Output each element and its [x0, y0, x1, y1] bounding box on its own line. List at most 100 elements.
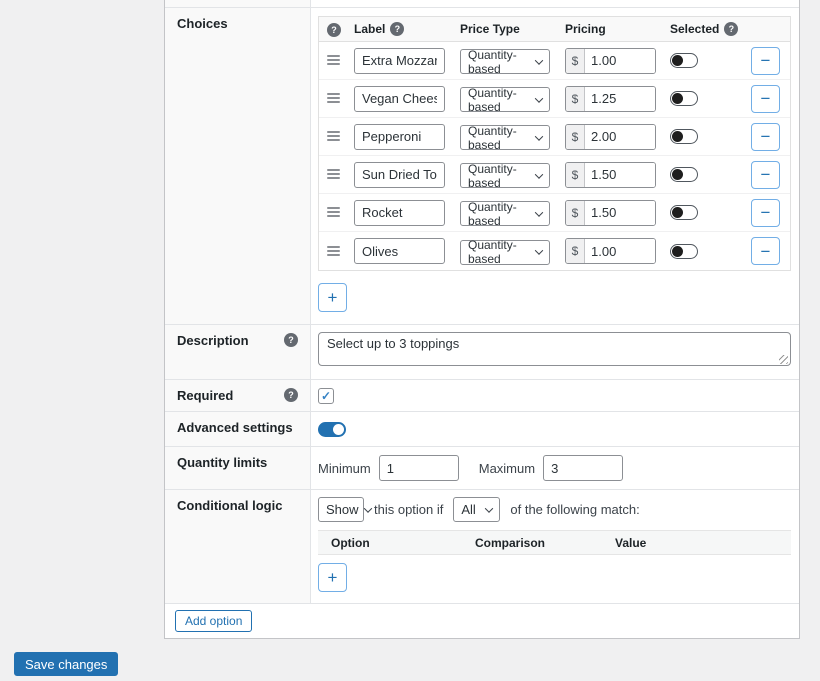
choices-header-help-cell: ?: [327, 22, 354, 37]
choice-pricing-cell: $: [565, 124, 670, 150]
selected-help-icon[interactable]: ?: [724, 22, 738, 36]
choice-price-type-cell: Quantity-based: [460, 123, 565, 151]
description-help-icon[interactable]: ?: [284, 333, 298, 347]
minimum-input[interactable]: [379, 455, 459, 481]
description-textarea[interactable]: [318, 332, 791, 366]
choice-label-input[interactable]: [354, 238, 445, 264]
remove-choice-button[interactable]: −: [751, 161, 780, 189]
selected-toggle[interactable]: [670, 167, 698, 182]
label-help-icon[interactable]: ?: [390, 22, 404, 36]
description-label-cell: Description ?: [165, 325, 311, 379]
top-partial-label-cell: [165, 0, 311, 7]
currency-prefix: $: [566, 201, 585, 225]
toggle-knob: [333, 424, 344, 435]
choice-row: Quantity-based $ −: [319, 194, 790, 232]
quantity-limits-label: Quantity limits: [177, 455, 267, 470]
drag-handle-icon[interactable]: [327, 55, 340, 65]
choices-help-icon[interactable]: ?: [327, 23, 341, 37]
price-type-select[interactable]: Quantity-based: [460, 125, 550, 150]
required-help-icon[interactable]: ?: [284, 388, 298, 402]
column-header-option: Option: [331, 536, 475, 550]
add-choice-button[interactable]: +: [318, 283, 347, 312]
choice-price-type-cell: Quantity-based: [460, 199, 565, 227]
drag-handle-icon[interactable]: [327, 131, 340, 141]
price-input[interactable]: [585, 163, 655, 187]
advanced-settings-toggle[interactable]: [318, 422, 346, 437]
drag-handle-cell: [327, 205, 354, 220]
choice-label-cell: [354, 124, 460, 150]
price-input[interactable]: [585, 87, 655, 111]
column-header-label: Label: [354, 22, 385, 36]
choice-label-input[interactable]: [354, 48, 445, 74]
choice-row: Quantity-based $ −: [319, 80, 790, 118]
choice-label-input[interactable]: [354, 162, 445, 188]
add-option-row: Add option: [165, 604, 799, 638]
save-changes-button[interactable]: Save changes: [14, 652, 118, 676]
choice-price-type-cell: Quantity-based: [460, 161, 565, 189]
choices-section-content: ? Label ? Price Type Pricing Selected ?: [311, 8, 801, 324]
conditional-rules-table-header: Option Comparison Value: [318, 530, 791, 555]
conditional-action-select[interactable]: Show: [318, 497, 364, 522]
description-section: Description ?: [165, 325, 799, 380]
drag-handle-icon[interactable]: [327, 169, 340, 179]
description-label: Description: [177, 333, 249, 348]
maximum-input[interactable]: [543, 455, 623, 481]
choice-label-input[interactable]: [354, 124, 445, 150]
remove-choice-button[interactable]: −: [751, 199, 780, 227]
selected-toggle[interactable]: [670, 91, 698, 106]
required-checkbox[interactable]: ✓: [318, 388, 334, 404]
choice-selected-cell: [670, 53, 751, 68]
price-type-select[interactable]: Quantity-based: [460, 49, 550, 74]
remove-choice-button[interactable]: −: [751, 123, 780, 151]
choice-selected-cell: [670, 205, 751, 220]
currency-prefix: $: [566, 49, 585, 73]
remove-choice-button[interactable]: −: [751, 47, 780, 75]
chevron-down-icon: [535, 132, 543, 140]
drag-handle-cell: [327, 53, 354, 68]
remove-choice-button[interactable]: −: [751, 237, 780, 265]
conditional-match-select[interactable]: All: [453, 497, 500, 522]
selected-toggle[interactable]: [670, 205, 698, 220]
chevron-down-icon: [363, 504, 371, 512]
drag-handle-icon[interactable]: [327, 93, 340, 103]
price-input[interactable]: [585, 201, 655, 225]
currency-prefix: $: [566, 163, 585, 187]
selected-toggle[interactable]: [670, 129, 698, 144]
column-header-selected: Selected: [670, 22, 719, 36]
top-partial-row: [165, 0, 799, 8]
conditional-logic-content: Show this option if All of the following…: [311, 490, 801, 603]
conditional-rule-line: Show this option if All of the following…: [318, 497, 791, 522]
choice-selected-cell: [670, 91, 751, 106]
currency-prefix: $: [566, 239, 585, 263]
price-type-select[interactable]: Quantity-based: [460, 87, 550, 112]
selected-toggle[interactable]: [670, 244, 698, 259]
price-type-value: Quantity-based: [468, 200, 530, 228]
price-type-select[interactable]: Quantity-based: [460, 163, 550, 188]
choice-label-input[interactable]: [354, 200, 445, 226]
price-type-value: Quantity-based: [468, 124, 530, 152]
price-input-group: $: [565, 86, 656, 112]
choices-table-header: ? Label ? Price Type Pricing Selected ?: [319, 17, 790, 42]
add-conditional-rule-button[interactable]: +: [318, 563, 347, 592]
maximum-label: Maximum: [479, 461, 535, 476]
price-input[interactable]: [585, 125, 655, 149]
remove-choice-button[interactable]: −: [751, 85, 780, 113]
price-type-select[interactable]: Quantity-based: [460, 240, 550, 265]
drag-handle-icon[interactable]: [327, 246, 340, 256]
drag-handle-cell: [327, 244, 354, 259]
price-type-value: Quantity-based: [468, 162, 530, 190]
drag-handle-icon[interactable]: [327, 207, 340, 217]
quantity-limits-label-cell: Quantity limits: [165, 447, 311, 489]
price-type-select[interactable]: Quantity-based: [460, 201, 550, 226]
toggle-knob: [672, 131, 683, 142]
choice-label-cell: [354, 200, 460, 226]
price-input[interactable]: [585, 239, 655, 263]
choice-label-input[interactable]: [354, 86, 445, 112]
drag-handle-cell: [327, 129, 354, 144]
price-input[interactable]: [585, 49, 655, 73]
conditional-match-value: All: [461, 502, 475, 517]
choices-header-selected-cell: Selected ?: [670, 22, 790, 36]
quantity-limits-content: Minimum Maximum: [311, 447, 799, 489]
add-option-button[interactable]: Add option: [175, 610, 252, 632]
selected-toggle[interactable]: [670, 53, 698, 68]
